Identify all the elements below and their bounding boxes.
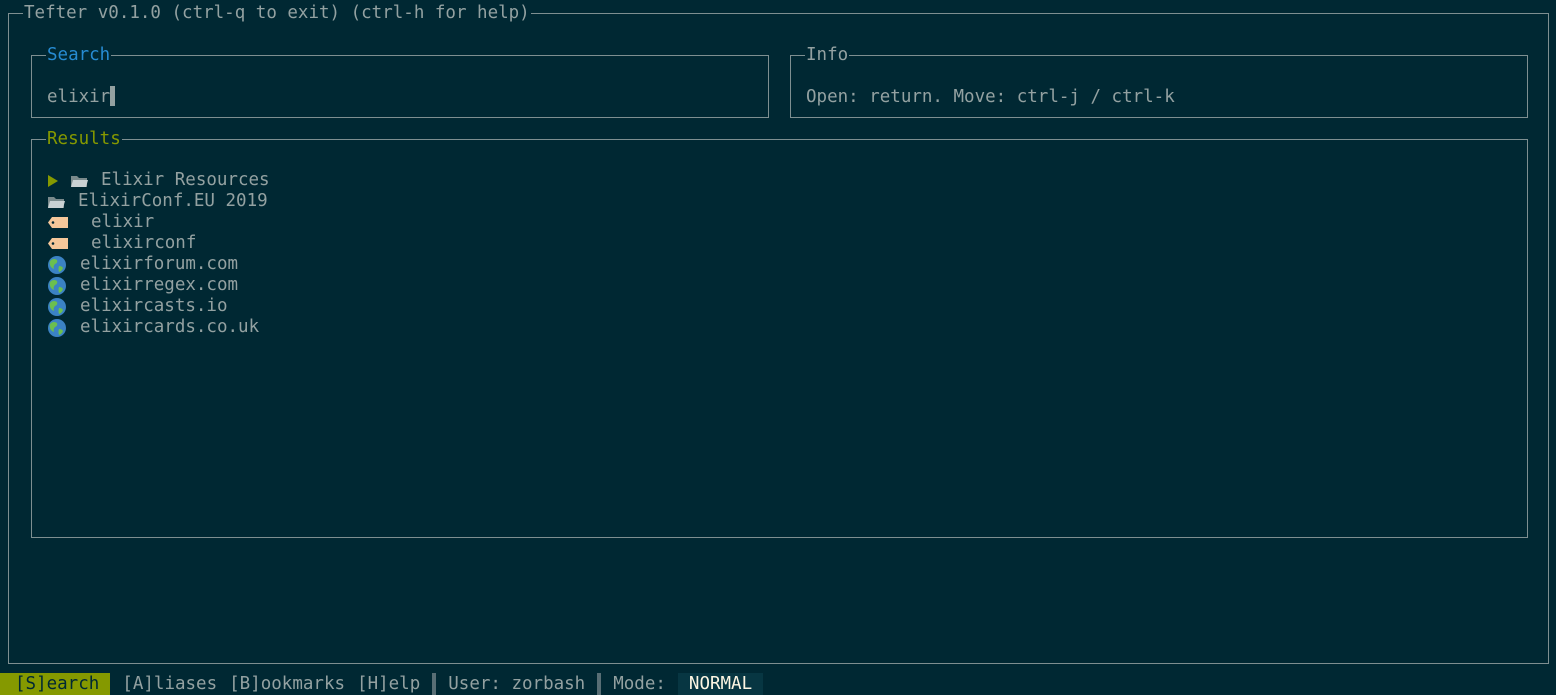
result-label: elixircards.co.uk [80, 317, 260, 337]
status-bar: [S]earch [A]liases [B]ookmarks [H]elp User: … [0, 673, 1556, 695]
search-panel-title: Search [46, 44, 112, 66]
result-item[interactable]: elixirconf [47, 233, 270, 254]
info-panel-title: Info [805, 44, 850, 66]
result-label: ElixirConf.EU 2019 [78, 191, 268, 211]
results-panel-title: Results [46, 128, 122, 150]
search-input[interactable]: elixir [47, 86, 116, 108]
results-list: Elixir Resources ElixirConf.EU 2019 elix… [47, 170, 270, 338]
info-panel: Info Open: return. Move: ctrl-j / ctrl-k [790, 44, 1528, 118]
result-label: elixirregex.com [80, 275, 239, 295]
results-panel: Results Elixir Resources ElixirConf.EU 2… [31, 128, 1528, 538]
result-item[interactable]: elixircards.co.uk [47, 317, 270, 338]
result-label: elixircasts.io [80, 296, 228, 316]
mode-badge: NORMAL [677, 673, 764, 695]
tag-icon [48, 238, 68, 249]
result-item[interactable]: ElixirConf.EU 2019 [47, 191, 270, 212]
globe-icon [48, 276, 66, 295]
selection-arrow-icon [48, 174, 58, 187]
text-cursor [110, 86, 116, 106]
search-input-value: elixir [47, 87, 111, 107]
tab-help[interactable]: [H]elp [345, 673, 420, 695]
folder-icon [48, 196, 65, 208]
search-panel[interactable]: Search elixir [31, 44, 769, 118]
folder-icon [71, 175, 88, 187]
status-divider [432, 673, 437, 695]
result-item[interactable]: elixirregex.com [47, 275, 270, 296]
tag-icon [48, 217, 68, 228]
info-text: Open: return. Move: ctrl-j / ctrl-k [806, 87, 1175, 107]
result-item[interactable]: elixircasts.io [47, 296, 270, 317]
result-label: elixirconf [91, 233, 197, 253]
result-label: elixir [91, 212, 155, 232]
globe-icon [48, 297, 66, 316]
tab-search[interactable]: [S]earch [0, 673, 111, 695]
result-item[interactable]: Elixir Resources [47, 170, 270, 191]
user-label: User: zorbash [448, 674, 586, 694]
status-divider [597, 673, 602, 695]
mode-label: Mode: [613, 674, 666, 694]
app-title: Tefter v0.1.0 (ctrl-q to exit) (ctrl-h f… [23, 2, 531, 24]
result-label: Elixir Resources [101, 170, 270, 190]
globe-icon [48, 318, 66, 337]
tab-aliases[interactable]: [A]liases [110, 673, 217, 695]
result-item[interactable]: elixirforum.com [47, 254, 270, 275]
globe-icon [48, 255, 66, 274]
tab-bookmarks[interactable]: [B]ookmarks [217, 673, 345, 695]
result-label: elixirforum.com [80, 254, 239, 274]
result-item[interactable]: elixir [47, 212, 270, 233]
